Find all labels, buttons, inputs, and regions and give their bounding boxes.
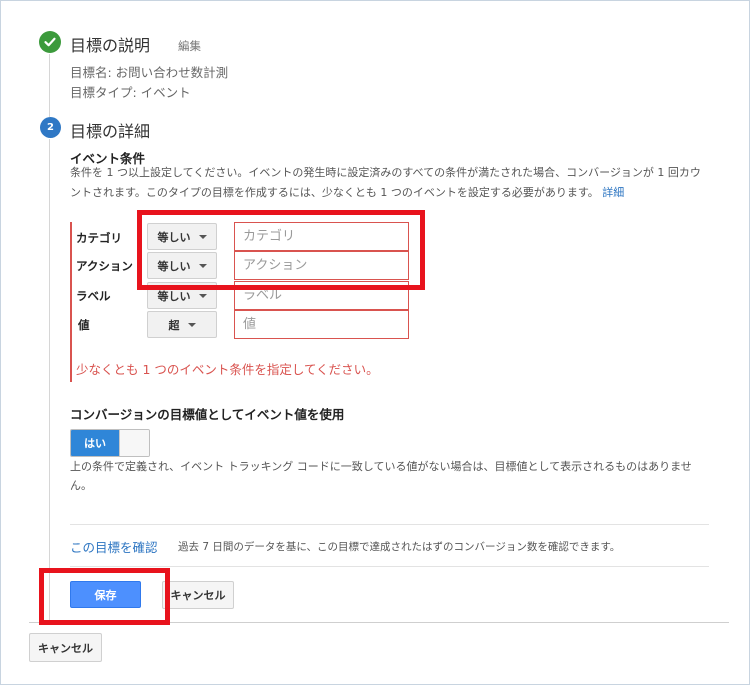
note-line: 上の条件で定義され、イベント トラッキング コードに一致している値がない場合は、… <box>70 460 692 473</box>
chevron-down-icon <box>198 293 207 298</box>
event-value-note: 上の条件で定義され、イベント トラッキング コードに一致している値がない場合は、… <box>70 457 705 495</box>
cancel-button[interactable]: キャンセル <box>162 581 234 609</box>
divider <box>70 566 709 567</box>
conditions-error-bar <box>70 222 72 382</box>
goal-setup-panel: 目標の説明 編集 目標名: お問い合わせ数計測 目標タイプ: イベント 2 目標… <box>0 0 750 685</box>
step2-title: 目標の詳細 <box>70 122 151 141</box>
verify-goal-description: 過去 7 日間のデータを基に、この目標で達成されたはずのコンバージョン数を確認で… <box>178 541 621 553</box>
condition-label-value: 値 <box>78 318 90 332</box>
step-connector-line <box>49 54 50 117</box>
note-line: ん。 <box>70 479 92 492</box>
condition-label-category: カテゴリ <box>76 231 122 245</box>
event-conditions-description: 条件を 1 つ以上設定してください。イベントの発生時に設定済みのすべての条件が満… <box>70 163 710 203</box>
condition-label-action: アクション <box>76 259 133 273</box>
verify-goal-link[interactable]: この目標を確認 <box>70 537 158 556</box>
goal-type-text: 目標タイプ: イベント <box>70 85 191 100</box>
operator-value: 超 <box>168 318 180 332</box>
conditions-error-message: 少なくとも 1 つのイベント条件を指定してください。 <box>76 362 379 377</box>
edit-link[interactable]: 編集 <box>178 38 201 54</box>
event-value-heading: コンバージョンの目標値としてイベント値を使用 <box>70 407 345 422</box>
step-number-badge: 2 <box>40 117 61 138</box>
event-value-toggle[interactable]: はい <box>70 429 150 457</box>
operator-dropdown-value[interactable]: 超 <box>147 311 217 338</box>
goal-name-text: 目標名: お問い合わせ数計測 <box>70 65 229 80</box>
value-input[interactable] <box>234 310 409 339</box>
cancel-goal-button[interactable]: キャンセル <box>29 633 102 662</box>
step1-title: 目標の説明 <box>70 36 151 55</box>
condition-label-label: ラベル <box>76 289 111 303</box>
check-icon <box>39 31 61 53</box>
chevron-down-icon <box>187 322 196 327</box>
divider <box>70 524 709 525</box>
highlight-box-save <box>39 568 170 625</box>
step-connector-line <box>49 139 50 621</box>
toggle-knob <box>119 430 149 456</box>
highlight-box-conditions <box>137 210 425 290</box>
description-line: 条件を 1 つ以上設定してください。イベントの発生時に設定済みのすべての条件が満… <box>70 166 701 179</box>
details-link[interactable]: 詳細 <box>602 186 624 199</box>
description-text: ントされます。このタイプの目標を作成するには、少なくとも 1 つのイベントを設定… <box>70 186 599 199</box>
toggle-on-label: はい <box>71 430 119 456</box>
description-line: ントされます。このタイプの目標を作成するには、少なくとも 1 つのイベントを設定… <box>70 183 710 203</box>
